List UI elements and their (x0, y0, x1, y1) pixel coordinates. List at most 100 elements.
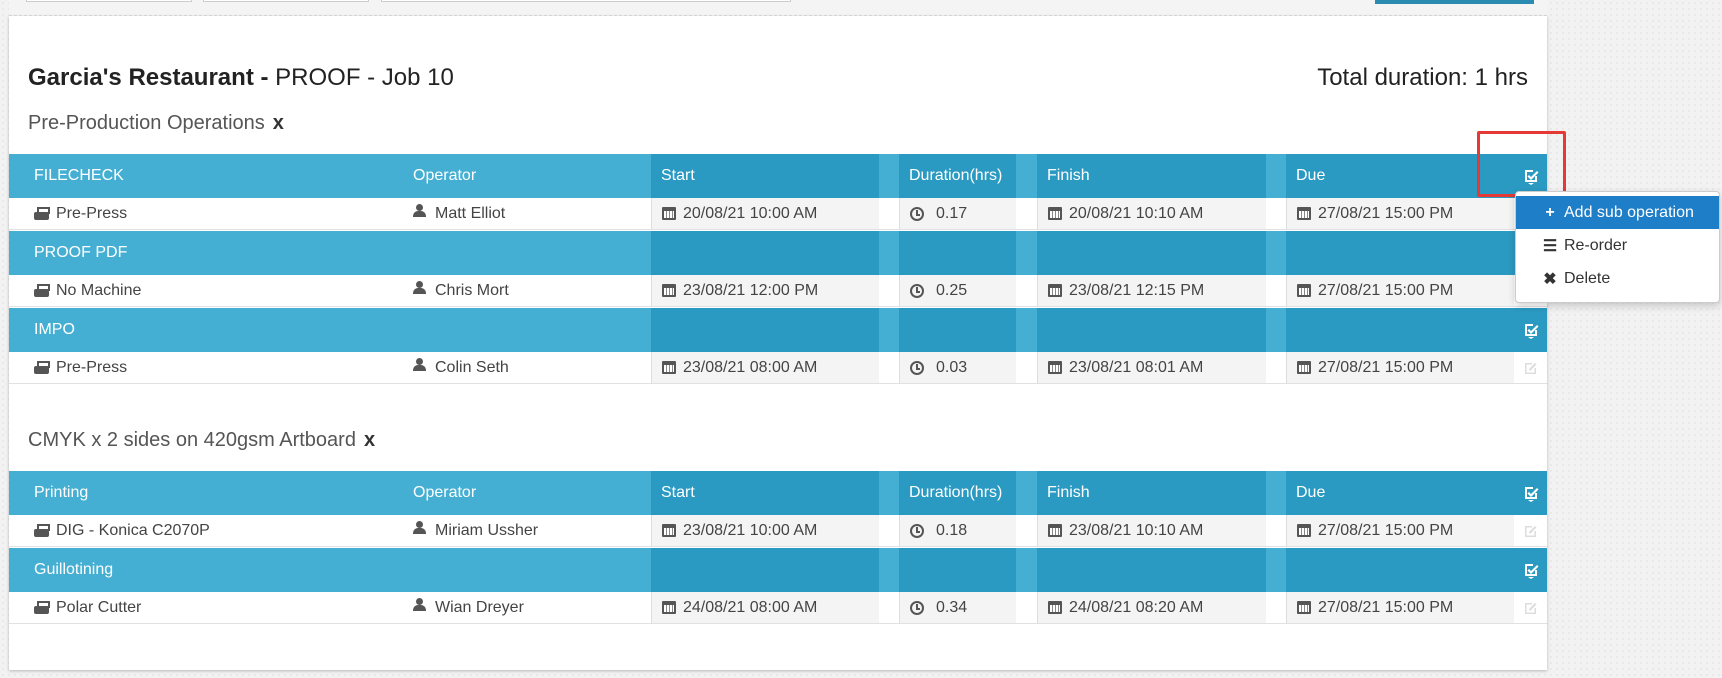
operator-name: Miriam Ussher (435, 521, 539, 539)
start-cell[interactable]: 23/08/21 08:00 AM (651, 352, 879, 383)
duration-cell[interactable]: 0.03 (899, 352, 1016, 383)
clock-icon (910, 360, 924, 375)
edit-icon (1524, 362, 1536, 374)
remove-section-button[interactable]: x (364, 429, 375, 451)
duration-cell[interactable]: 0.25 (899, 275, 1016, 306)
menu-item-re-order[interactable]: ☰ Re-order (1516, 229, 1719, 262)
due-cell[interactable]: 27/08/21 15:00 PM (1286, 352, 1514, 383)
finish-cell[interactable]: 20/08/21 10:10 AM (1037, 198, 1266, 229)
calendar-icon (1048, 601, 1062, 614)
duration-value: 0.03 (936, 358, 968, 376)
start-cell[interactable]: 23/08/21 12:00 PM (651, 275, 879, 306)
start-value: 24/08/21 08:00 AM (683, 598, 818, 616)
start-cell[interactable]: 23/08/21 10:00 AM (651, 515, 879, 546)
duration-header-blank (899, 548, 1016, 592)
operation-data-row: DIG - Konica C2070P Miriam Ussher 23/08/… (9, 515, 1547, 547)
start-header-blank (651, 231, 879, 275)
menu-item-delete[interactable]: ✖ Delete (1516, 262, 1719, 295)
due-value: 27/08/21 15:00 PM (1318, 598, 1454, 616)
menu-item-label: Add sub operation (1564, 203, 1694, 221)
due-cell[interactable]: 27/08/21 15:00 PM (1286, 275, 1514, 306)
operation-actions-menu: + Add sub operation ☰ Re-order ✖ Delete (1515, 191, 1720, 303)
filter-control-1[interactable] (26, 0, 192, 2)
edit-operation-button[interactable] (1514, 308, 1547, 352)
top-toolbar-strip (9, 0, 1547, 16)
machine-cell: Polar Cutter (9, 592, 396, 623)
due-cell[interactable]: 27/08/21 15:00 PM (1286, 515, 1514, 546)
remove-section-button[interactable]: x (273, 112, 284, 134)
edit-operation-button[interactable] (1514, 548, 1547, 592)
job-name: PROOF - Job 10 (275, 64, 454, 91)
column-spacer (1266, 308, 1286, 352)
filter-control-3[interactable] (381, 0, 791, 2)
user-icon (413, 203, 426, 218)
clock-icon (910, 523, 924, 538)
duration-cell[interactable]: 0.34 (899, 592, 1016, 623)
duration-value: 0.34 (936, 598, 968, 616)
calendar-icon (1048, 524, 1062, 537)
machine-cell: No Machine (9, 275, 396, 306)
finish-cell[interactable]: 23/08/21 10:10 AM (1037, 515, 1266, 546)
printer-icon (34, 361, 50, 374)
machine-name: Pre-Press (56, 204, 128, 222)
due-value: 27/08/21 15:00 PM (1318, 281, 1454, 299)
machine-name: DIG - Konica C2070P (56, 521, 210, 539)
user-icon (413, 357, 426, 372)
edit-row-button[interactable] (1514, 515, 1547, 546)
due-value: 27/08/21 15:00 PM (1318, 521, 1454, 539)
duration-value: 0.18 (936, 521, 968, 539)
due-cell[interactable]: 27/08/21 15:00 PM (1286, 592, 1514, 623)
total-duration: Total duration: 1 hrs (1317, 64, 1528, 91)
operator-name: Wian Dreyer (435, 598, 524, 616)
toolbar-action-button[interactable] (1375, 0, 1534, 4)
section-title: CMYK x 2 sides on 420gsm Artboard x (28, 429, 375, 452)
finish-value: 23/08/21 08:01 AM (1069, 358, 1204, 376)
annotation-highlight-box (1477, 131, 1566, 197)
calendar-icon (1297, 361, 1311, 374)
edit-check-icon (1524, 487, 1538, 502)
finish-cell[interactable]: 23/08/21 08:01 AM (1037, 352, 1266, 383)
duration-value: 0.17 (936, 204, 968, 222)
machine-name: Pre-Press (56, 358, 128, 376)
machine-cell: Pre-Press (9, 198, 396, 229)
col-operator: Operator (396, 154, 651, 198)
user-icon (413, 597, 426, 612)
due-value: 27/08/21 15:00 PM (1318, 204, 1454, 222)
edit-operation-button[interactable] (1514, 471, 1547, 515)
edit-row-button[interactable] (1514, 592, 1547, 623)
duration-cell[interactable]: 0.17 (899, 198, 1016, 229)
operator-cell: Wian Dreyer (396, 592, 651, 623)
col-due: Due (1286, 471, 1514, 515)
start-cell[interactable]: 20/08/21 10:00 AM (651, 198, 879, 229)
calendar-icon (1297, 524, 1311, 537)
user-icon (413, 280, 426, 295)
operator-header-blank (396, 308, 651, 352)
column-spacer (879, 308, 899, 352)
finish-cell[interactable]: 23/08/21 12:15 PM (1037, 275, 1266, 306)
column-spacer (879, 471, 899, 515)
column-spacer (1266, 154, 1286, 198)
due-header-blank (1286, 548, 1514, 592)
operation-header-row: IMPO (9, 308, 1547, 352)
col-duration: Duration(hrs) (899, 471, 1016, 515)
calendar-icon (1048, 361, 1062, 374)
finish-value: 23/08/21 12:15 PM (1069, 281, 1205, 299)
filter-control-2[interactable] (203, 0, 369, 2)
operator-name: Matt Elliot (435, 204, 506, 222)
page-title: Garcia's Restaurant - PROOF - Job 10 (28, 64, 454, 92)
col-finish: Finish (1037, 154, 1266, 198)
finish-value: 24/08/21 08:20 AM (1069, 598, 1204, 616)
start-cell[interactable]: 24/08/21 08:00 AM (651, 592, 879, 623)
edit-row-button[interactable] (1514, 352, 1547, 383)
start-value: 23/08/21 08:00 AM (683, 358, 818, 376)
finish-header-blank (1037, 231, 1266, 275)
menu-item-add-sub-operation[interactable]: + Add sub operation (1516, 196, 1719, 229)
operation-name: FILECHECK (9, 154, 396, 198)
machine-cell: DIG - Konica C2070P (9, 515, 396, 546)
duration-cell[interactable]: 0.18 (899, 515, 1016, 546)
edit-check-icon (1524, 324, 1538, 339)
due-cell[interactable]: 27/08/21 15:00 PM (1286, 198, 1514, 229)
finish-cell[interactable]: 24/08/21 08:20 AM (1037, 592, 1266, 623)
column-spacer (1016, 308, 1037, 352)
operator-header-blank (396, 548, 651, 592)
